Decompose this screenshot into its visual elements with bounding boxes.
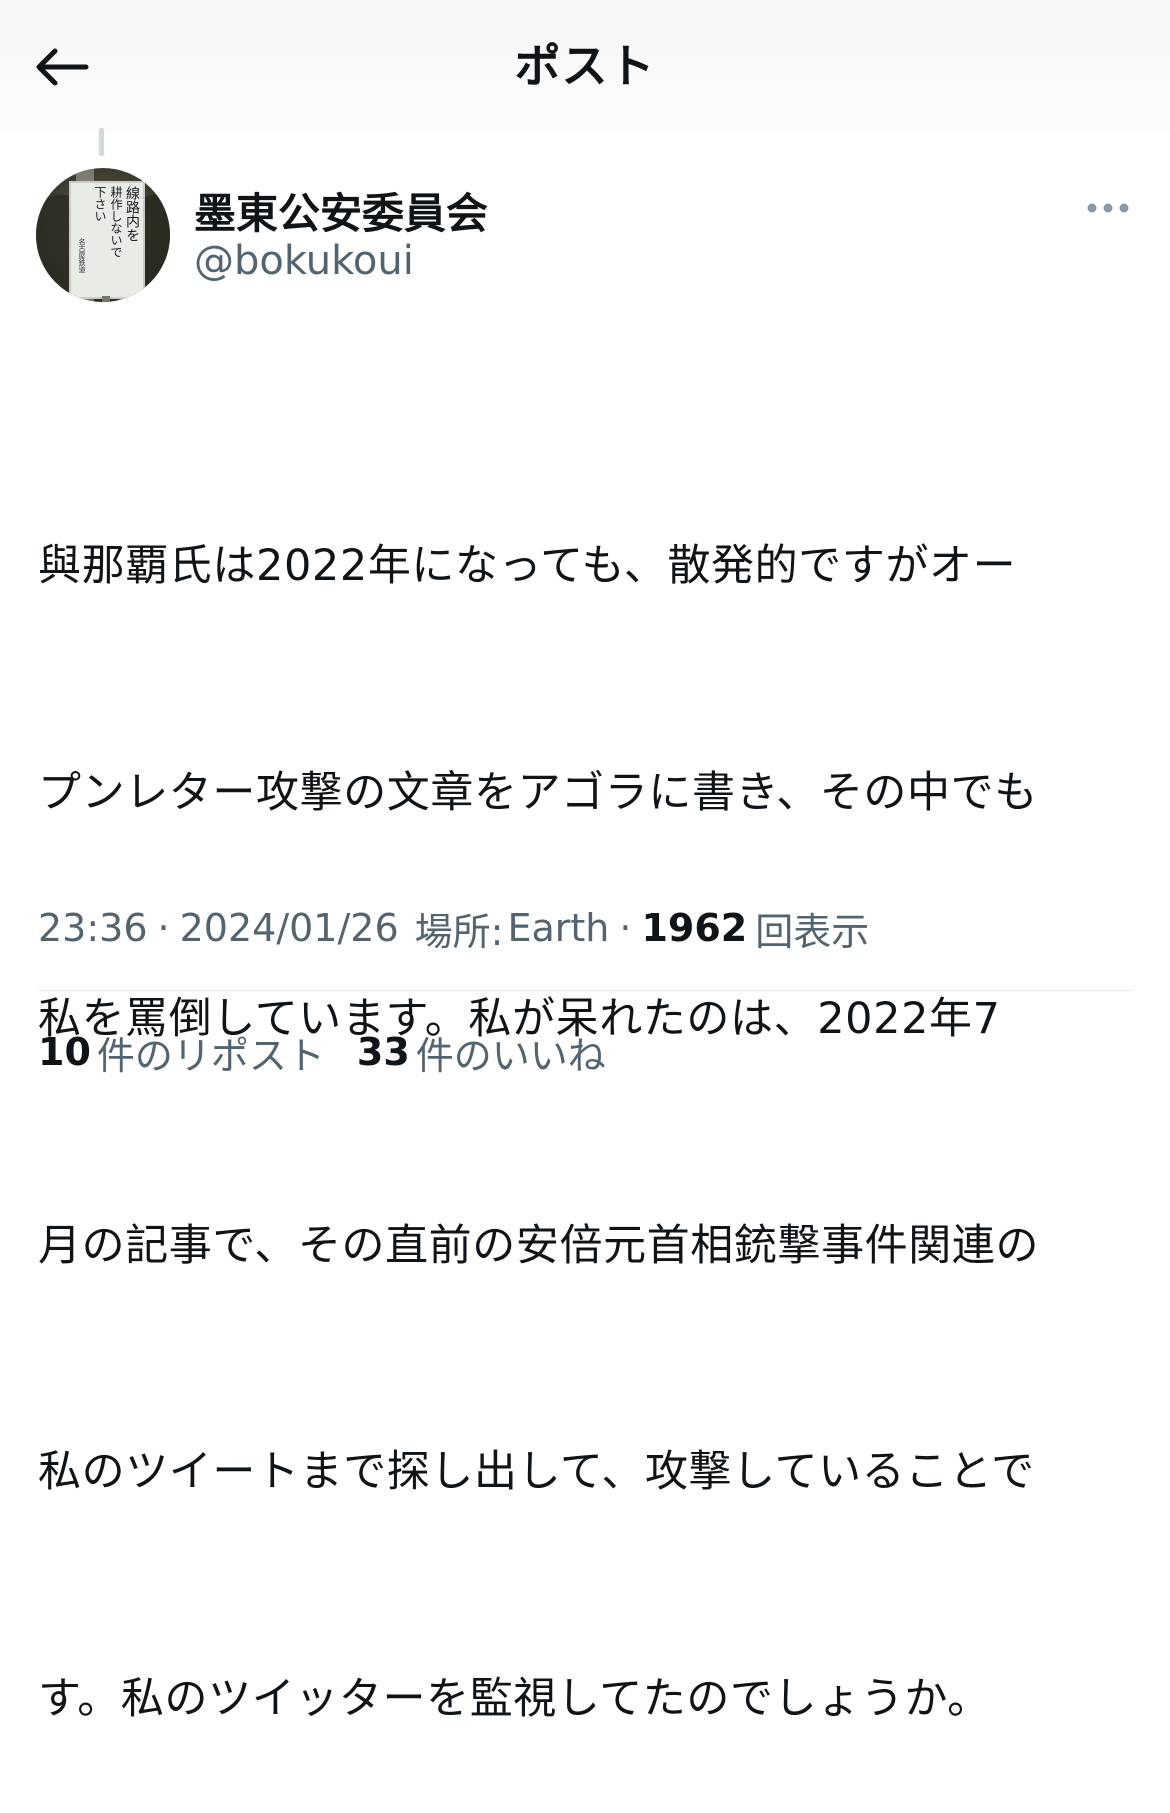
arrow-left-icon — [36, 48, 89, 86]
post-text: 與那覇氏は2022年になっても、散発的ですがオー プンレター攻撃の文章をアゴラに… — [38, 378, 1138, 1813]
location-value: Earth — [507, 906, 610, 950]
post-date[interactable]: 2024/01/26 — [180, 906, 399, 950]
post-text-line: 與那覇氏は2022年になっても、散発的ですがオー — [38, 541, 1017, 591]
avatar-sign-footer: 名古屋鉄道 — [78, 237, 86, 274]
likes-stat[interactable]: 33 件のいいね — [357, 1025, 606, 1080]
views-count: 1962 — [641, 906, 748, 950]
post-text-line: 月の記事で、その直前の安倍元首相銃撃事件関連の — [38, 1220, 1040, 1271]
post-time[interactable]: 23:36 — [38, 906, 148, 950]
header-bar: ポスト — [0, 0, 1170, 132]
likes-count: 33 — [356, 1030, 410, 1074]
post-stats: 10 件のリポスト 33 件のいいね — [38, 1024, 606, 1080]
author-handle[interactable]: @bokukoui — [194, 238, 414, 284]
meta-separator: · — [157, 906, 170, 950]
post-meta: 23:36 · 2024/01/26 場所: Earth · 1962 回表示 — [38, 900, 869, 956]
reposts-stat[interactable]: 10 件のリポスト — [38, 1025, 325, 1080]
likes-label: 件のいいね — [415, 1033, 606, 1078]
divider — [38, 990, 1132, 991]
more-horizontal-icon — [1087, 203, 1129, 213]
avatar-sign-line-2: 耕作しないで — [109, 185, 123, 258]
avatar-sign-line-3: 下さい — [93, 186, 107, 222]
reposts-label: 件のリポスト — [96, 1033, 325, 1078]
thread-connector-line — [99, 128, 104, 156]
views-label: 回表示 — [755, 909, 870, 954]
more-options-button[interactable] — [1080, 186, 1136, 230]
avatar[interactable]: 線路内を 耕作しないで 下さい 名古屋鉄道 — [36, 168, 170, 302]
author-display-name[interactable]: 墨東公安委員会 — [194, 180, 488, 241]
avatar-signboard-image: 線路内を 耕作しないで 下さい 名古屋鉄道 — [36, 168, 170, 302]
post-text-line: 私のツイートまで探し出して、攻撃していることで — [38, 1447, 1035, 1497]
reposts-count: 10 — [38, 1030, 91, 1074]
avatar-sign-line-1: 線路内を — [124, 186, 140, 242]
page-title: ポスト — [514, 39, 656, 93]
post-text-line: プンレター攻撃の文章をアゴラに書き、その中でも — [38, 767, 1038, 818]
location-label: 場所: — [414, 909, 504, 954]
meta-separator: · — [619, 906, 632, 950]
post-text-line: す。私のツイッターを監視してたのでしょうか。 — [38, 1673, 991, 1724]
back-button[interactable] — [28, 36, 94, 98]
